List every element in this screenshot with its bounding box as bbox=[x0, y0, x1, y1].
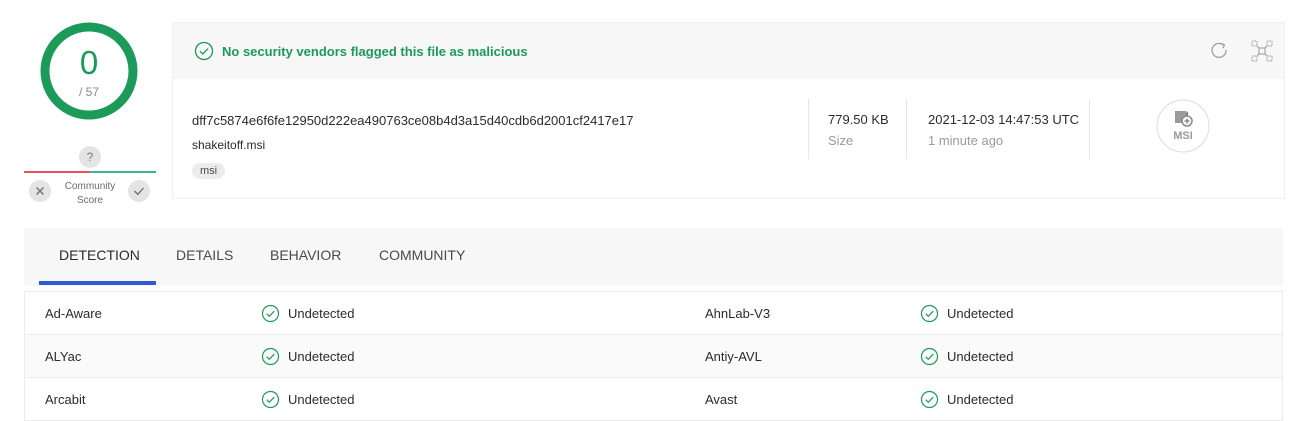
file-size-label: Size bbox=[828, 133, 854, 148]
close-icon bbox=[36, 187, 44, 195]
detection-count: 0 bbox=[79, 44, 99, 81]
detection-table: Ad-Aware Undetected AhnLab-V3 Undetected… bbox=[24, 291, 1283, 421]
check-icon bbox=[134, 187, 144, 196]
divider bbox=[906, 99, 907, 159]
detection-result: Undetected bbox=[947, 392, 1014, 407]
check-circle-icon bbox=[261, 347, 280, 366]
engine-name[interactable]: Ad-Aware bbox=[45, 306, 102, 321]
check-circle-icon bbox=[261, 390, 280, 409]
check-circle-icon bbox=[920, 304, 939, 323]
check-circle-icon bbox=[194, 41, 214, 61]
report-tabs: DETECTION DETAILS BEHAVIOR COMMUNITY bbox=[24, 228, 1283, 286]
check-circle-icon bbox=[920, 347, 939, 366]
verdict-banner: No security vendors flagged this file as… bbox=[173, 23, 1284, 79]
divider bbox=[808, 99, 809, 159]
community-score-badge: ? bbox=[79, 146, 101, 168]
table-row: ALYac Undetected Antiy-AVL Undetected bbox=[25, 335, 1282, 378]
tab-community[interactable]: COMMUNITY bbox=[379, 247, 465, 263]
community-bar-positive bbox=[90, 171, 156, 173]
file-summary-card: No security vendors flagged this file as… bbox=[172, 22, 1285, 199]
engine-name[interactable]: ALYac bbox=[45, 349, 81, 364]
community-score-label: Community Score bbox=[64, 181, 116, 206]
detection-result: Undetected bbox=[288, 392, 355, 407]
file-hash[interactable]: dff7c5874e6f6fe12950d222ea490763ce08b4d3… bbox=[192, 113, 633, 128]
analysis-relative-time: 1 minute ago bbox=[928, 133, 1004, 148]
file-name: shakeitoff.msi bbox=[192, 138, 266, 152]
detection-result: Undetected bbox=[947, 349, 1014, 364]
community-bar-negative bbox=[24, 171, 90, 173]
tab-behavior[interactable]: BEHAVIOR bbox=[270, 247, 341, 263]
engine-name[interactable]: Antiy-AVL bbox=[705, 349, 762, 364]
vote-harmless-button[interactable] bbox=[128, 180, 150, 202]
msi-file-type-icon: MSI bbox=[1156, 99, 1210, 153]
detection-result: Undetected bbox=[288, 349, 355, 364]
reanalyze-icon[interactable] bbox=[1209, 40, 1231, 62]
divider bbox=[1089, 99, 1090, 159]
file-size: 779.50 KB bbox=[828, 112, 889, 127]
total-engines: / 57 bbox=[78, 85, 99, 99]
file-tag[interactable]: msi bbox=[192, 163, 226, 179]
table-row: Ad-Aware Undetected AhnLab-V3 Undetected bbox=[25, 292, 1282, 335]
check-circle-icon bbox=[920, 390, 939, 409]
check-circle-icon bbox=[261, 304, 280, 323]
tab-details[interactable]: DETAILS bbox=[176, 247, 233, 263]
active-tab-indicator bbox=[39, 281, 156, 285]
detection-score-gauge: 0 / 57 bbox=[38, 20, 140, 122]
detection-result: Undetected bbox=[288, 306, 355, 321]
vote-harmful-button[interactable] bbox=[29, 180, 51, 202]
tab-detection[interactable]: DETECTION bbox=[59, 247, 140, 263]
detection-result: Undetected bbox=[947, 306, 1014, 321]
engine-name[interactable]: AhnLab-V3 bbox=[705, 306, 770, 321]
graph-icon[interactable] bbox=[1250, 39, 1274, 63]
table-row: Arcabit Undetected Avast Undetected bbox=[25, 378, 1282, 421]
engine-name[interactable]: Arcabit bbox=[45, 392, 85, 407]
verdict-message: No security vendors flagged this file as… bbox=[222, 44, 528, 59]
analysis-date: 2021-12-03 14:47:53 UTC bbox=[928, 112, 1080, 127]
svg-text:MSI: MSI bbox=[1173, 130, 1193, 142]
engine-name[interactable]: Avast bbox=[705, 392, 737, 407]
